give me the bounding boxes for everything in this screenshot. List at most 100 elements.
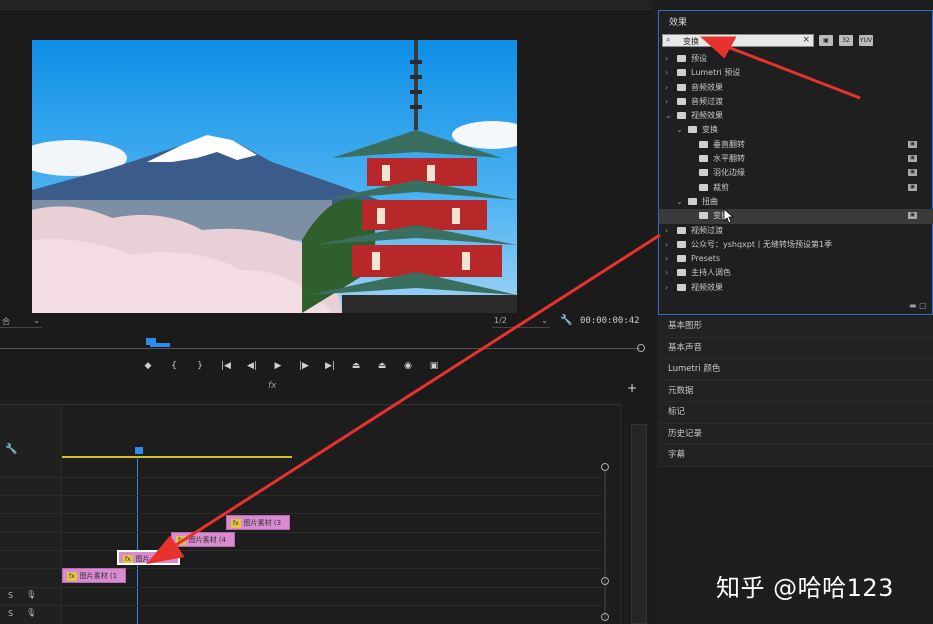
go-to-out-icon[interactable]: ▶|	[317, 361, 343, 375]
tree-folder[interactable]: › Lumetri 预设	[659, 66, 933, 80]
scrollbar-track	[604, 469, 606, 619]
solo-button[interactable]: S	[8, 591, 13, 600]
playhead-line	[137, 457, 138, 624]
timeline-scrollbar[interactable]	[601, 463, 609, 623]
mark-out-icon[interactable]: }	[187, 361, 213, 375]
tree-folder[interactable]: ⌄ 变换	[659, 123, 933, 137]
panel-tab[interactable]: Lumetri 颜色	[658, 359, 933, 381]
fit-dropdown[interactable]: 合 ⌄	[0, 316, 42, 328]
step-back-icon[interactable]: ◀|	[239, 361, 265, 375]
tree-effect[interactable]: 羽化边缘 ▣	[659, 166, 933, 180]
tree-folder[interactable]: › 视频过渡	[659, 224, 933, 238]
tree-folder[interactable]: › 公众号：yshqxpt丨无缝转场预设第1季	[659, 238, 933, 252]
microphone-icon[interactable]: 🎙	[26, 590, 36, 599]
resolution-dropdown[interactable]: 1/2 ⌄	[492, 316, 550, 328]
timeline-clip[interactable]: fx 图片素材 (3	[226, 515, 290, 530]
track-divider	[0, 513, 602, 514]
timeline-panel: 🔧 fx 图片素材 (3 fx 图片素材 (4 fx 图片 fx 图片素材 (1 S 🎙 …	[0, 404, 620, 624]
tree-folder[interactable]: ⌄ 视频效果	[659, 109, 933, 123]
tree-effect[interactable]: 水平翻转 ▣	[659, 152, 933, 166]
tree-effect[interactable]: 变换 ▣	[659, 209, 933, 224]
effect-icon	[699, 140, 708, 148]
tree-folder[interactable]: › 预设	[659, 52, 933, 66]
chevron-right-icon[interactable]: ›	[665, 224, 668, 238]
track-divider	[0, 477, 602, 478]
folder-icon	[677, 55, 686, 62]
panel-tab[interactable]: 字幕	[658, 445, 933, 467]
scroll-handle-bottom[interactable]	[601, 577, 609, 585]
chevron-right-icon[interactable]: ›	[665, 52, 668, 66]
timeline-playhead[interactable]	[135, 447, 143, 454]
timeline-clip[interactable]: fx 图片素材 (4	[171, 532, 235, 547]
tree-folder[interactable]: › 视频效果	[659, 281, 933, 295]
tree-item-label: Lumetri 预设	[691, 68, 741, 78]
yuv-effects-icon[interactable]: YUV	[859, 35, 873, 46]
monitor-header	[0, 0, 652, 10]
chevron-right-icon[interactable]: ›	[665, 81, 668, 95]
tree-folder[interactable]: ⌄ 扭曲	[659, 195, 933, 209]
chevron-right-icon[interactable]: ›	[665, 281, 668, 295]
lift-icon[interactable]: ⏏	[343, 361, 369, 375]
scroll-handle-top[interactable]	[601, 463, 609, 471]
tree-effect[interactable]: 裁剪 ▣	[659, 181, 933, 195]
add-button[interactable]: +	[627, 381, 637, 395]
chevron-down-icon[interactable]: ⌄	[665, 109, 672, 123]
playhead-timecode[interactable]: 00:00:00:42	[580, 316, 640, 326]
solo-button[interactable]: S	[8, 609, 13, 618]
effect-icon	[699, 183, 708, 191]
go-to-in-icon[interactable]: |◀	[213, 361, 239, 375]
new-bin-icon[interactable]: ▬ ▢	[909, 301, 927, 310]
chevron-right-icon[interactable]: ›	[665, 238, 668, 252]
work-area-bar[interactable]	[62, 456, 292, 458]
chevron-down-icon[interactable]: ⌄	[676, 195, 683, 209]
chevron-right-icon[interactable]: ›	[665, 266, 668, 280]
selected-timeline-clip[interactable]: fx 图片	[117, 550, 180, 565]
tree-folder[interactable]: › 音频效果	[659, 81, 933, 95]
wrench-icon[interactable]: 🔧	[5, 444, 17, 455]
chevron-right-icon[interactable]: ›	[665, 252, 668, 266]
time-ruler[interactable]	[62, 447, 602, 459]
clip-label: 图片素材 (3	[243, 519, 282, 527]
effects-search-input[interactable]: ⌕ 变换 ×	[662, 34, 814, 47]
chevron-right-icon[interactable]: ›	[665, 66, 668, 80]
compare-icon[interactable]: ▣	[421, 361, 447, 375]
scroll-handle-audio[interactable]	[601, 613, 609, 621]
resolution-value: 1/2	[494, 316, 507, 325]
chevron-down-icon[interactable]: ⌄	[676, 123, 683, 137]
folder-icon	[688, 197, 697, 205]
zoom-handle[interactable]	[637, 344, 645, 352]
accelerated-effects-icon[interactable]: ▣	[819, 35, 833, 46]
tree-item-label: 视频过渡	[691, 225, 723, 235]
tree-item-label: 视频效果	[691, 282, 723, 292]
step-forward-icon[interactable]: |▶	[291, 361, 317, 375]
microphone-icon[interactable]: 🎙	[26, 608, 36, 617]
panel-tab[interactable]: 标记	[658, 402, 933, 424]
panel-tab[interactable]: 元数据	[658, 380, 933, 402]
tree-folder[interactable]: › 主持人调色	[659, 266, 933, 280]
panel-tab[interactable]: 基本声音	[658, 337, 933, 359]
32bit-effects-icon[interactable]: 32	[839, 35, 853, 46]
play-icon[interactable]: ▶	[265, 361, 291, 375]
tree-folder[interactable]: › 音频过渡	[659, 95, 933, 109]
camera-icon[interactable]: ◉	[395, 361, 421, 375]
clear-icon[interactable]: ×	[802, 35, 810, 45]
mark-in-icon[interactable]: {	[161, 361, 187, 375]
chevron-right-icon[interactable]: ›	[665, 95, 668, 109]
clip-label: 图片素材 (4	[188, 536, 227, 544]
monitor-scrubber[interactable]	[0, 338, 645, 352]
timeline-clip[interactable]: fx 图片素材 (1	[62, 568, 126, 583]
panel-tab[interactable]: 历史记录	[658, 423, 933, 445]
panel-tab[interactable]: 基本图形	[658, 316, 933, 338]
folder-icon	[688, 126, 697, 134]
tree-folder[interactable]: › Presets	[659, 252, 933, 266]
accelerated-badge-icon: ▣	[908, 183, 917, 191]
tree-effect[interactable]: 垂直翻转 ▣	[659, 138, 933, 152]
extract-icon[interactable]: ⏏	[369, 361, 395, 375]
tree-item-label: 扭曲	[702, 196, 718, 206]
track-divider	[0, 532, 602, 533]
search-value: 变换	[683, 37, 699, 46]
tree-item-label: 音频效果	[691, 82, 723, 92]
wrench-icon[interactable]: 🔧	[560, 315, 572, 326]
folder-icon	[677, 69, 686, 77]
marker-icon[interactable]: ◆	[135, 361, 161, 375]
